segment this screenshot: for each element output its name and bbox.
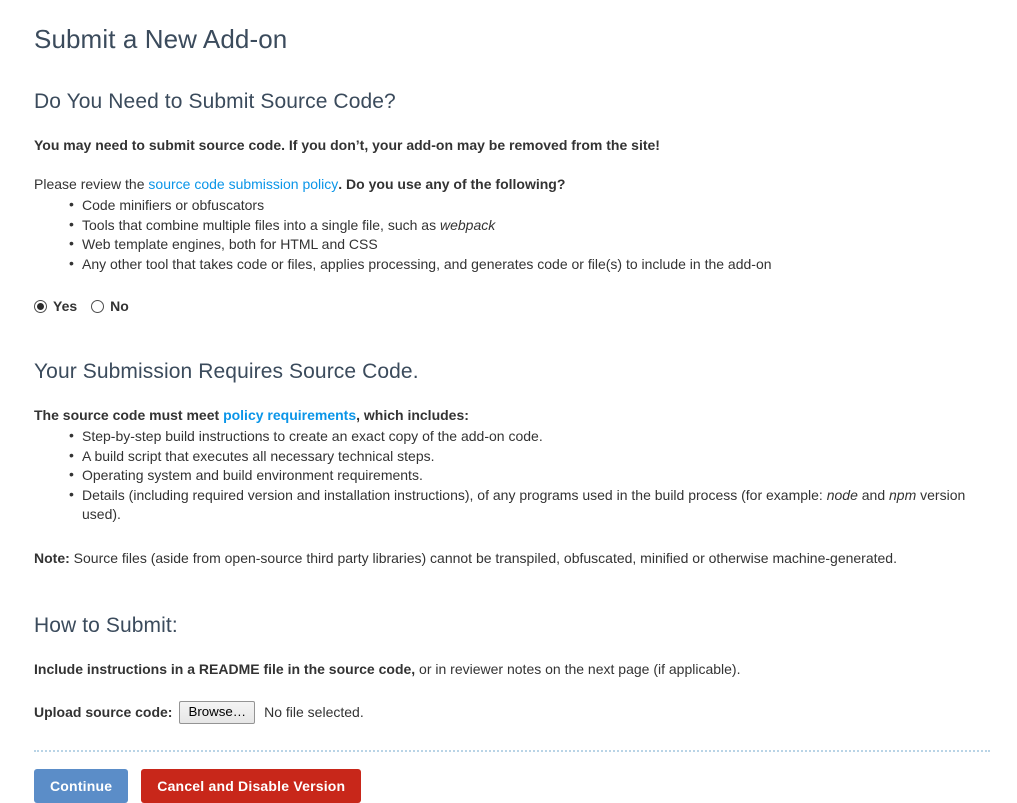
- upload-source-code-row: Upload source code: Browse… No file sele…: [34, 700, 990, 724]
- source-code-intro-paragraph: Please review the source code submission…: [34, 174, 990, 194]
- source-code-tool-list: Code minifiers or obfuscators Tools that…: [34, 195, 990, 275]
- policy-requirements-paragraph: The source code must meet policy require…: [34, 405, 990, 425]
- list-item: Code minifiers or obfuscators: [69, 195, 990, 216]
- source-code-section-heading: Do You Need to Submit Source Code?: [34, 90, 396, 113]
- bullet-text: A build script that executes all necessa…: [82, 447, 435, 464]
- bullet-emphasis: webpack: [439, 216, 496, 233]
- bullet-emphasis-node: node: [826, 486, 858, 503]
- page-title: Submit a New Add-on: [34, 24, 288, 54]
- source-code-lead-text: You may need to submit source code. If y…: [34, 137, 660, 153]
- intro-question-text: . Do you use any of the following?: [338, 176, 566, 192]
- list-item: Details (including required version and …: [69, 485, 990, 525]
- policy-requirements-link[interactable]: policy requirements: [223, 407, 356, 423]
- radio-yes-label: Yes: [53, 298, 78, 314]
- list-item: Step-by-step build instructions to creat…: [69, 426, 990, 447]
- readme-instruction-bold: Include instructions in a README file in…: [34, 660, 416, 677]
- source-files-note: Note: Source files (aside from open-sour…: [34, 548, 990, 568]
- bullet-text: Any other tool that takes code or files,…: [82, 255, 772, 272]
- requires-source-code-section: Your Submission Requires Source Code. Th…: [34, 358, 990, 568]
- list-item: A build script that executes all necessa…: [69, 446, 990, 467]
- radio-no-label: No: [110, 298, 129, 314]
- bullet-text-mid: and: [857, 486, 890, 503]
- source-code-radio-group: Yes No: [34, 298, 990, 314]
- bullet-text: Web template engines, both for HTML and …: [82, 236, 378, 252]
- how-to-submit-heading: How to Submit:: [34, 613, 178, 637]
- continue-button[interactable]: Continue: [34, 768, 129, 803]
- browse-button[interactable]: Browse…: [179, 700, 256, 724]
- radio-no-indicator[interactable]: [91, 299, 105, 313]
- source-code-section: Do You Need to Submit Source Code? You m…: [34, 88, 990, 314]
- how-to-submit-section: How to Submit: Include instructions in a…: [34, 612, 990, 724]
- readme-instruction-paragraph: Include instructions in a README file in…: [34, 659, 990, 679]
- intro-prefix-text: Please review the: [34, 176, 149, 192]
- note-label: Note:: [34, 549, 70, 566]
- radio-option-no[interactable]: No: [91, 298, 129, 314]
- bullet-emphasis-npm: npm: [889, 486, 917, 503]
- radio-option-yes[interactable]: Yes: [34, 298, 77, 314]
- submit-addon-page: Submit a New Add-on Do You Need to Submi…: [0, 0, 1017, 803]
- upload-source-code-label: Upload source code:: [34, 704, 173, 720]
- cancel-and-disable-version-button[interactable]: Cancel and Disable Version: [141, 768, 362, 803]
- list-item: Tools that combine multiple files into a…: [69, 215, 990, 236]
- bullet-text: Operating system and build environment r…: [82, 467, 423, 483]
- requirements-suffix-text: , which includes:: [356, 407, 469, 423]
- form-actions: Continue Cancel and Disable Version: [34, 768, 990, 803]
- radio-yes-indicator[interactable]: [34, 299, 47, 313]
- readme-instruction-rest: or in reviewer notes on the next page (i…: [415, 660, 741, 677]
- requirements-prefix-text: The source code must meet: [34, 407, 224, 423]
- list-item: Any other tool that takes code or files,…: [69, 254, 990, 275]
- source-code-submission-policy-link[interactable]: source code submission policy: [148, 176, 338, 192]
- list-item: Web template engines, both for HTML and …: [69, 234, 990, 255]
- form-divider: [34, 749, 990, 752]
- requires-section-heading: Your Submission Requires Source Code.: [34, 360, 419, 383]
- bullet-text: Tools that combine multiple files into a…: [82, 216, 440, 233]
- bullet-text: Code minifiers or obfuscators: [82, 197, 265, 213]
- list-item: Operating system and build environment r…: [69, 465, 990, 486]
- bullet-text: Details (including required version and …: [82, 486, 827, 503]
- selected-file-status: No file selected.: [264, 704, 364, 720]
- bullet-text: Step-by-step build instructions to creat…: [82, 428, 543, 444]
- requirements-list: Step-by-step build instructions to creat…: [34, 426, 990, 525]
- note-text: Source files (aside from open-source thi…: [69, 549, 897, 566]
